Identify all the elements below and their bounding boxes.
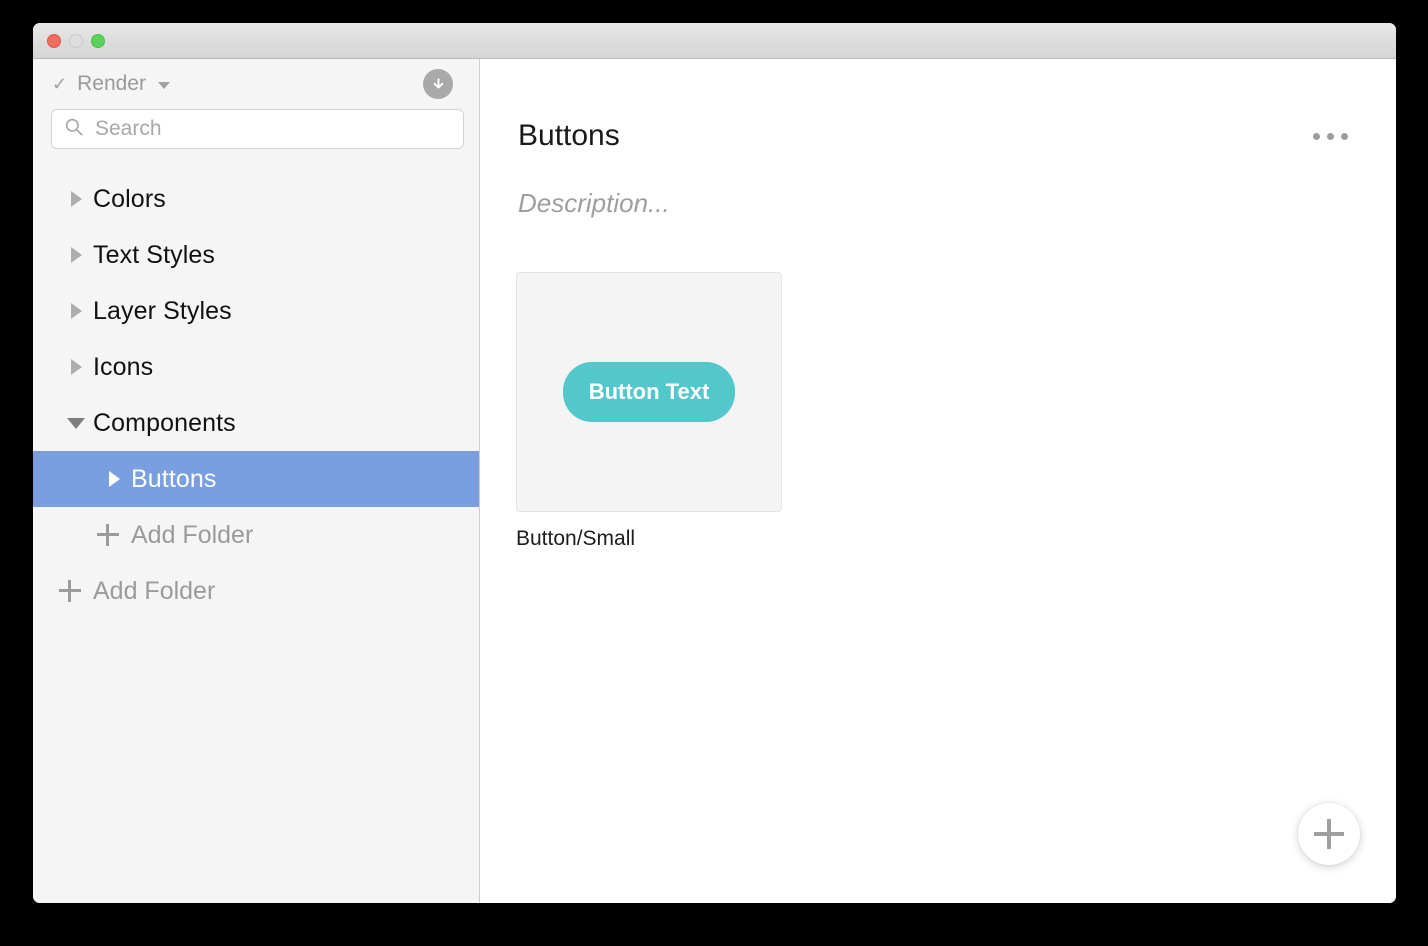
- sidebar: ✓ Render Search Colors Text Styles Layer…: [33, 59, 480, 903]
- tree-item-label: Text Styles: [93, 240, 215, 269]
- tree-item-components[interactable]: Components: [33, 395, 479, 451]
- tree-item-colors[interactable]: Colors: [33, 171, 479, 227]
- plus-icon: [59, 580, 81, 602]
- plus-icon: [1314, 819, 1344, 849]
- tree-item-label: Colors: [93, 184, 166, 213]
- search-container: [33, 109, 479, 149]
- add-folder-root-button[interactable]: Add Folder: [33, 563, 479, 619]
- traffic-lights: [47, 34, 105, 48]
- tree-item-label: Icons: [93, 352, 154, 381]
- disclosure-triangle-right-icon[interactable]: [59, 359, 93, 375]
- document-switcher[interactable]: ✓ Render: [52, 72, 170, 96]
- minimize-window-button[interactable]: [69, 34, 83, 48]
- chevron-down-icon: [157, 82, 170, 89]
- add-folder-nested-button[interactable]: Add Folder: [33, 507, 479, 563]
- download-arrow-icon[interactable]: [423, 69, 453, 99]
- library-tree: Colors Text Styles Layer Styles Icons Co…: [33, 171, 479, 619]
- tree-item-label: Buttons: [131, 464, 217, 493]
- main-content: Buttons Description... Button Text Butto…: [480, 59, 1396, 903]
- description-field[interactable]: Description...: [480, 188, 1396, 219]
- window-titlebar: [33, 23, 1396, 59]
- tree-item-label: Components: [93, 408, 236, 437]
- search-icon: [64, 117, 84, 142]
- disclosure-triangle-right-icon[interactable]: [97, 471, 131, 487]
- tree-item-buttons[interactable]: Buttons: [33, 451, 479, 507]
- tree-item-label: Layer Styles: [93, 296, 232, 325]
- tree-item-text-styles[interactable]: Text Styles: [33, 227, 479, 283]
- maximize-window-button[interactable]: [91, 34, 105, 48]
- add-folder-label: Add Folder: [131, 520, 254, 549]
- disclosure-triangle-right-icon[interactable]: [59, 247, 93, 263]
- tree-item-icons[interactable]: Icons: [33, 339, 479, 395]
- content-header: Buttons: [480, 59, 1396, 151]
- close-window-button[interactable]: [47, 34, 61, 48]
- add-component-button[interactable]: [1298, 803, 1360, 865]
- button-preview: Button Text: [562, 362, 736, 422]
- app-window: ✓ Render Search Colors Text Styles Layer…: [33, 23, 1396, 903]
- disclosure-triangle-right-icon[interactable]: [59, 303, 93, 319]
- component-preview[interactable]: Button Text: [516, 272, 782, 512]
- checkmark-icon: ✓: [52, 73, 68, 94]
- tree-item-layer-styles[interactable]: Layer Styles: [33, 283, 479, 339]
- search-input[interactable]: [95, 117, 451, 141]
- page-title: Buttons: [518, 119, 620, 152]
- search-field[interactable]: [51, 109, 464, 149]
- document-name-label: Render: [77, 72, 146, 95]
- window-body: ✓ Render Search Colors Text Styles Layer…: [33, 59, 1396, 903]
- sidebar-header: ✓ Render: [33, 59, 479, 109]
- component-card[interactable]: Button Text Button/Small: [516, 272, 782, 551]
- plus-icon: [97, 524, 119, 546]
- add-folder-label: Add Folder: [93, 576, 216, 605]
- ellipsis-icon[interactable]: [1313, 133, 1348, 140]
- disclosure-triangle-down-icon[interactable]: [59, 417, 93, 429]
- component-name-label: Button/Small: [516, 527, 636, 550]
- disclosure-triangle-right-icon[interactable]: [59, 191, 93, 207]
- component-grid: Button Text Button/Small: [480, 272, 1396, 551]
